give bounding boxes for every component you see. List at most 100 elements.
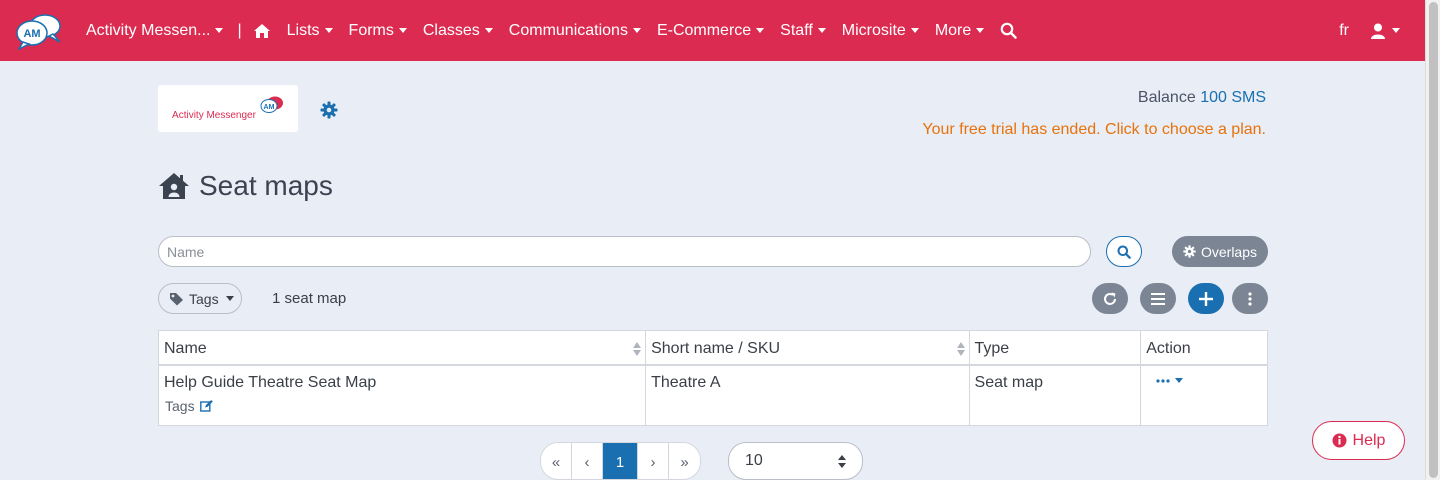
overlaps-label: Overlaps	[1200, 243, 1258, 260]
nav-communications-label: Communications	[508, 21, 628, 39]
refresh-button[interactable]	[1092, 283, 1128, 314]
page-prev[interactable]: ‹	[572, 443, 603, 479]
brand-logo-icon[interactable]: AM	[15, 12, 63, 51]
column-header-label: Type	[974, 340, 1010, 357]
list-icon	[1151, 292, 1165, 305]
house-icon	[159, 173, 189, 199]
chevron-down-icon	[1392, 28, 1400, 33]
info-icon	[1332, 433, 1347, 448]
tag-icon	[170, 292, 183, 305]
nav-lists[interactable]: Lists	[287, 22, 333, 40]
overlaps-button[interactable]: Overlaps	[1172, 236, 1268, 267]
nav-lists-label: Lists	[286, 21, 320, 39]
nav-search[interactable]	[1000, 22, 1017, 39]
page-current[interactable]: 1	[603, 443, 638, 479]
nav-microsite[interactable]: Microsite	[842, 22, 919, 40]
nav-right: fr	[1339, 0, 1425, 61]
chevron-down-icon	[756, 28, 765, 33]
chevron-down-icon	[976, 28, 985, 33]
nav-classes[interactable]: Classes	[423, 22, 493, 40]
account-dropdown[interactable]: Activity Messen...	[86, 22, 224, 40]
balance-label: Balance	[1137, 89, 1196, 106]
page-scrollbar[interactable]	[1425, 0, 1440, 480]
nav-forms[interactable]: Forms	[349, 22, 407, 40]
per-page-select[interactable]: 10	[728, 442, 863, 480]
page-last[interactable]: »	[669, 443, 700, 479]
nav-menu: Activity Messen... | Lists Forms Classes…	[86, 0, 1033, 61]
chevron-down-icon	[817, 28, 826, 33]
search-icon	[1000, 22, 1017, 39]
select-arrows-icon	[838, 455, 846, 468]
sort-icon	[633, 342, 642, 356]
column-header-type: Type	[970, 331, 1142, 364]
chevron-down-icon	[632, 28, 641, 33]
language-toggle[interactable]: fr	[1339, 22, 1349, 40]
nav-communications[interactable]: Communications	[509, 22, 641, 40]
row-action-dropdown[interactable]	[1156, 378, 1262, 383]
add-seat-map-button[interactable]	[1188, 283, 1224, 314]
page-title-text: Seat maps	[199, 170, 333, 201]
help-button[interactable]: Help	[1312, 421, 1405, 460]
horizontal-dots-icon	[1156, 378, 1170, 383]
page-next[interactable]: ›	[638, 443, 669, 479]
column-header-action: Action	[1141, 331, 1267, 364]
nav-staff[interactable]: Staff	[780, 22, 826, 40]
table-row: Help Guide Theatre Seat Map Tags Theatre…	[159, 366, 1267, 425]
logo-badge-text: AM	[264, 104, 275, 111]
pagination: « ‹ 1 › »	[540, 442, 701, 480]
search-button[interactable]	[1106, 236, 1142, 267]
cell-short-name: Theatre A	[646, 366, 970, 425]
table-header: Name Short name / SKU Type Action	[159, 331, 1267, 366]
chevron-down-icon	[324, 28, 333, 33]
vertical-dots-icon	[1248, 291, 1252, 306]
cell-action	[1141, 366, 1267, 425]
logo-badge-icon: AM	[260, 96, 283, 113]
logo-text: Activity Messenger	[172, 110, 256, 121]
seat-maps-table: Name Short name / SKU Type Action Help G…	[158, 330, 1268, 426]
chevron-down-icon	[398, 28, 407, 33]
more-options-button[interactable]	[1232, 283, 1268, 314]
top-navbar: AM Activity Messen... | Lists Forms Clas…	[0, 0, 1425, 61]
seat-map-name[interactable]: Help Guide Theatre Seat Map	[164, 374, 640, 392]
nav-separator: |	[237, 21, 242, 39]
search-icon	[1117, 245, 1131, 259]
nav-ecommerce[interactable]: E-Commerce	[657, 22, 765, 40]
home-link[interactable]	[253, 23, 271, 39]
page-first[interactable]: «	[541, 443, 572, 479]
org-settings-button[interactable]	[320, 101, 338, 124]
sort-icon	[956, 342, 965, 356]
column-header-label: Short name / SKU	[651, 340, 781, 357]
refresh-icon	[1104, 292, 1116, 305]
column-header-label: Name	[164, 340, 207, 357]
org-logo: Activity Messenger AM	[158, 85, 298, 132]
column-header-name[interactable]: Name	[159, 331, 647, 364]
brand-initials: AM	[23, 28, 40, 40]
trial-ended-link[interactable]: Your free trial has ended. Click to choo…	[922, 121, 1266, 139]
page-title: Seat maps	[158, 170, 333, 202]
nav-forms-label: Forms	[348, 21, 394, 39]
help-label: Help	[1352, 431, 1386, 449]
chevron-down-icon	[1175, 378, 1184, 383]
user-icon	[1371, 23, 1385, 39]
nav-classes-label: Classes	[422, 21, 480, 39]
chevron-down-icon	[225, 296, 234, 301]
sms-balance: Balance 100 SMS	[1138, 89, 1266, 107]
row-tags-label: Tags	[165, 398, 195, 414]
columns-button[interactable]	[1140, 283, 1176, 314]
column-header-label: Action	[1146, 340, 1191, 357]
chevron-down-icon	[484, 28, 493, 33]
nav-more-label: More	[934, 21, 972, 39]
scrollbar-thumb[interactable]	[1429, 2, 1438, 478]
edit-icon	[199, 400, 213, 412]
tags-label: Tags	[189, 290, 219, 307]
nav-more[interactable]: More	[934, 21, 985, 40]
balance-amount[interactable]: 100 SMS	[1200, 89, 1266, 106]
user-menu[interactable]	[1371, 23, 1400, 39]
column-header-short-name[interactable]: Short name / SKU	[646, 331, 970, 364]
chevron-down-icon	[215, 28, 224, 33]
gear-icon	[1183, 245, 1196, 258]
name-search-input[interactable]	[158, 236, 1091, 267]
row-tags[interactable]: Tags	[165, 398, 640, 414]
cell-name: Help Guide Theatre Seat Map Tags	[159, 366, 647, 425]
tags-filter-dropdown[interactable]: Tags	[158, 283, 242, 314]
